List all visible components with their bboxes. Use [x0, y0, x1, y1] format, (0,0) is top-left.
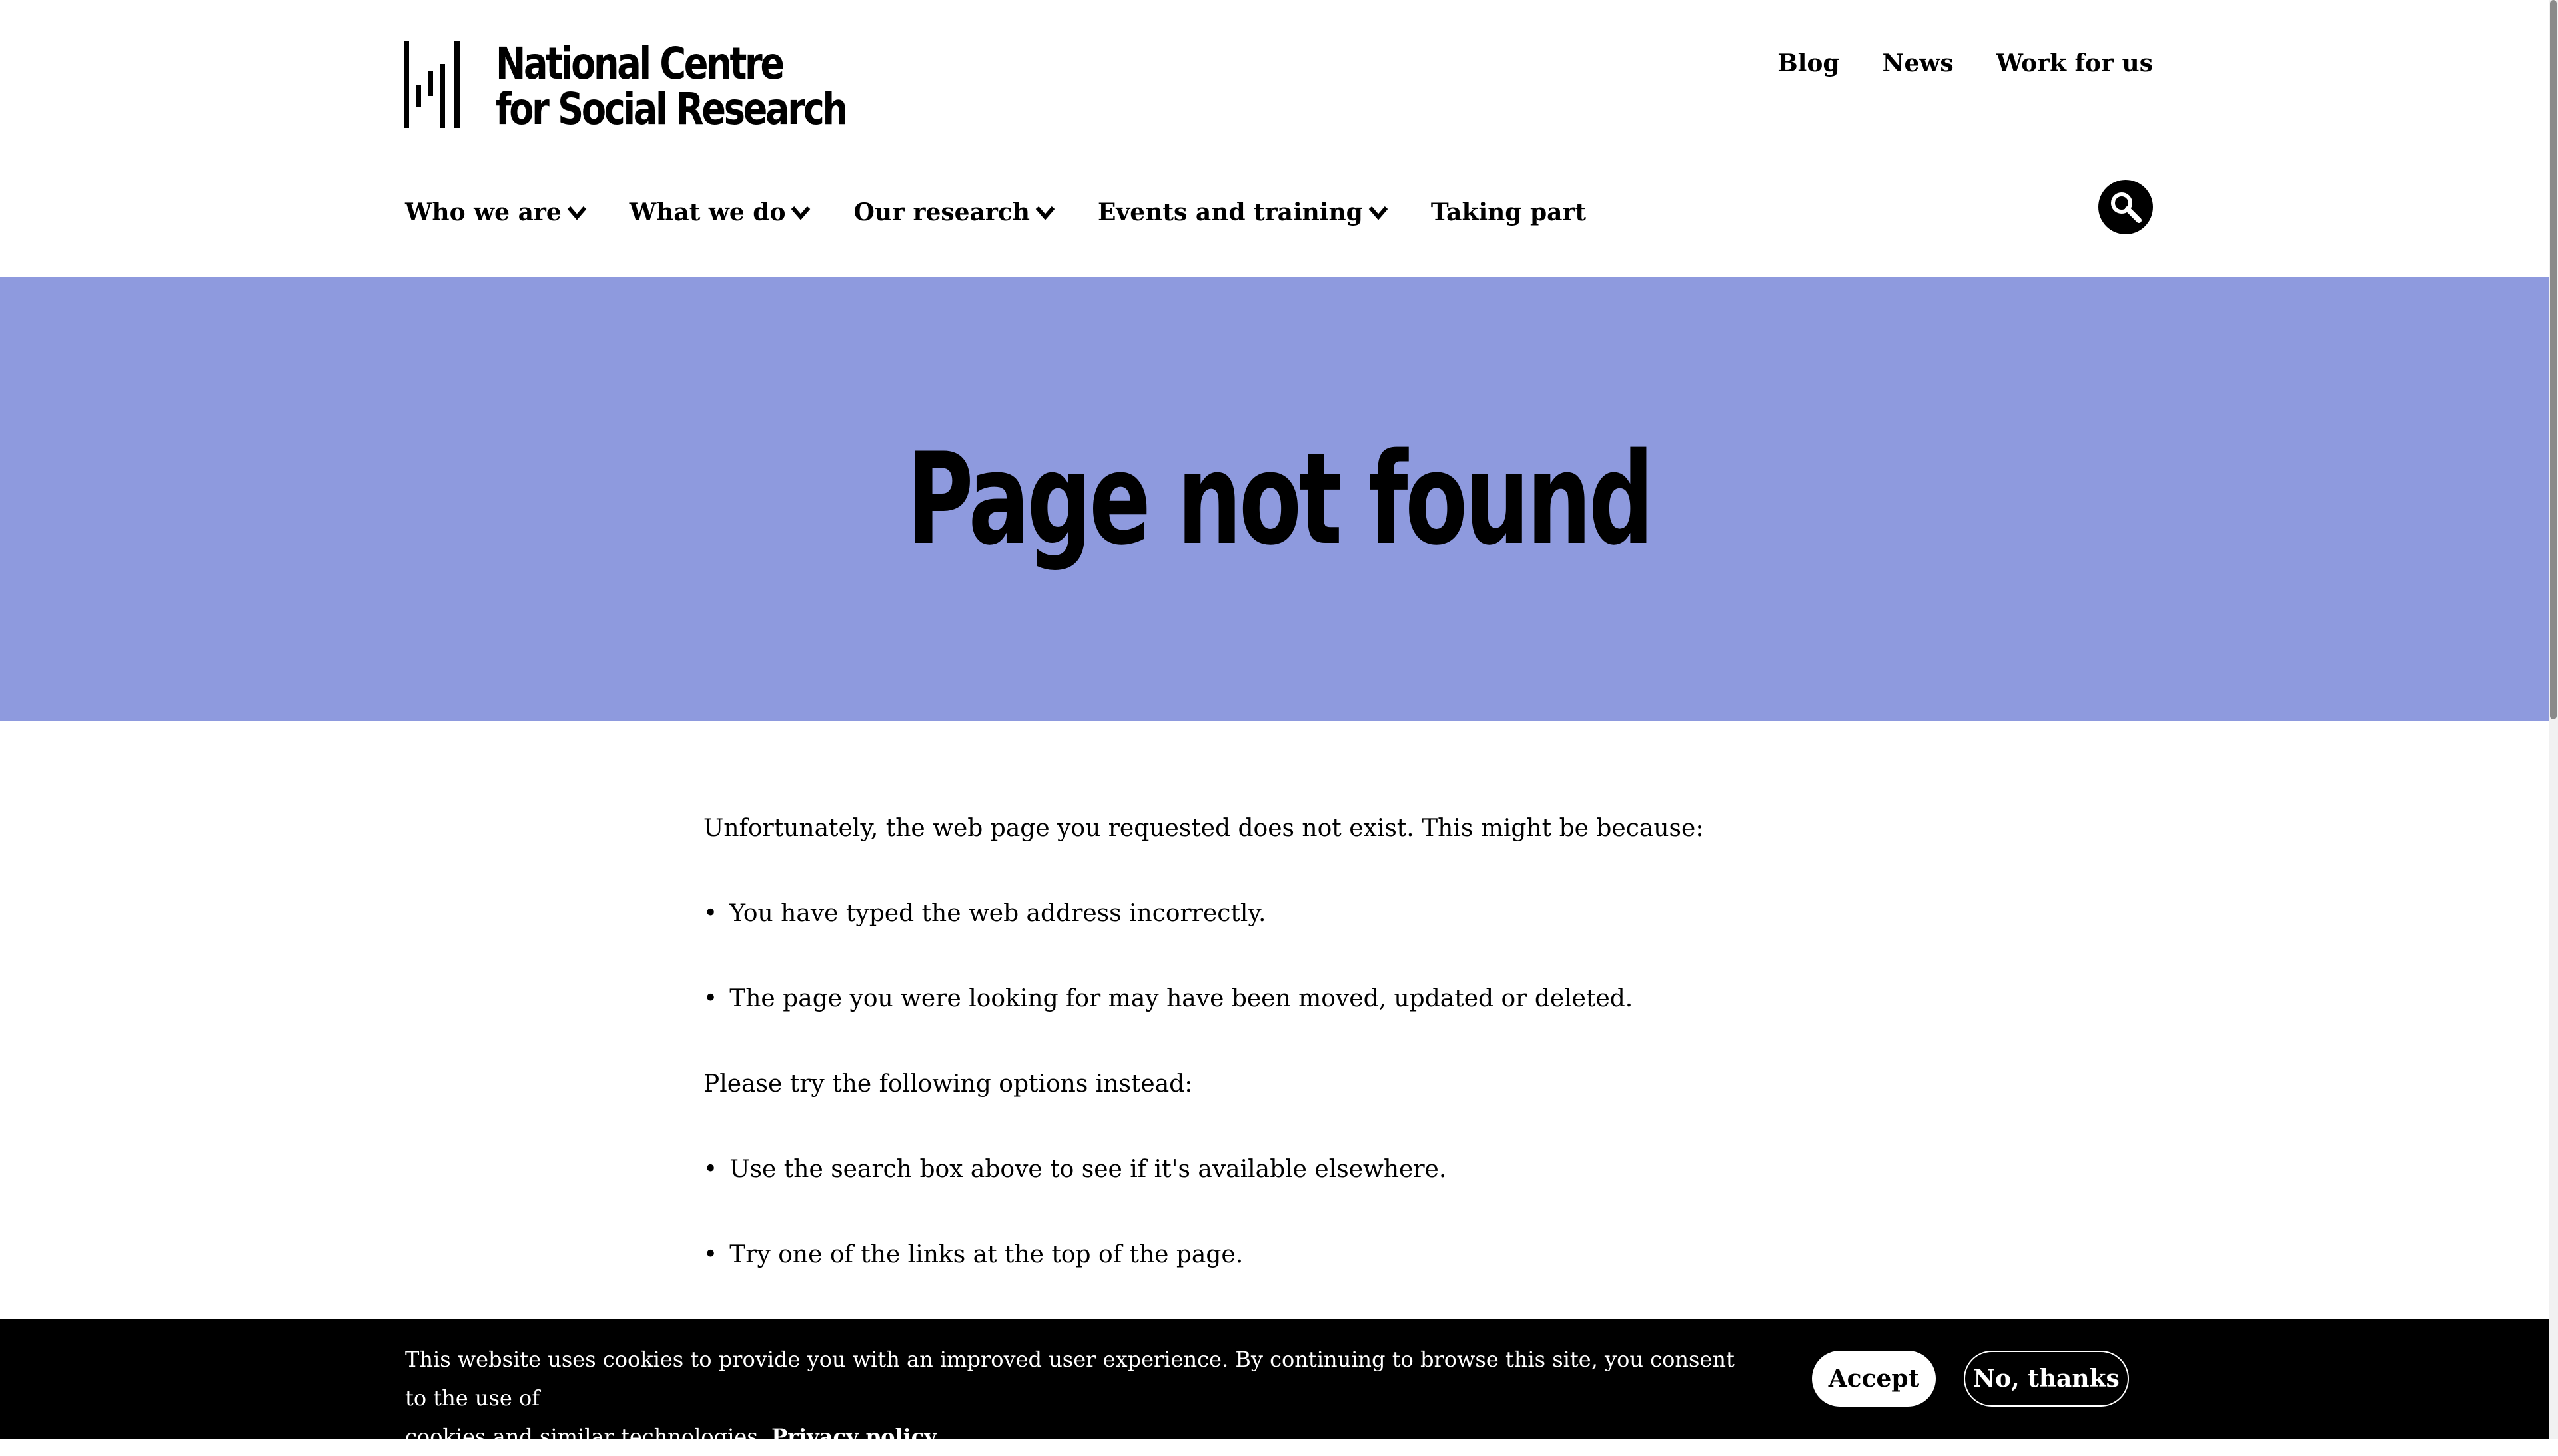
nav-item-label: Who we are — [405, 198, 562, 226]
top-link-blog[interactable]: Blog — [1777, 49, 1839, 77]
scrollbar-thumb[interactable] — [2550, 0, 2557, 719]
nav-item-what-we-do[interactable]: What we do — [630, 198, 811, 226]
privacy-policy-link[interactable]: Privacy policy — [771, 1424, 937, 1449]
logo-line-1: National Centre — [496, 38, 785, 89]
nav-item-who-we-are[interactable]: Who we are — [405, 198, 587, 226]
logo-mark-icon — [404, 41, 460, 128]
site-header: National Centre for Social Research Blog… — [0, 0, 2558, 277]
main-nav: Who we are What we do Our research Event… — [405, 198, 1586, 226]
chevron-down-icon — [1368, 206, 1388, 220]
nav-item-taking-part[interactable]: Taking part — [1431, 198, 1586, 226]
list-item-text: Try one of the links at the top of the p… — [729, 1241, 1244, 1268]
accept-cookies-button[interactable]: Accept — [1812, 1351, 1936, 1407]
nav-item-our-research[interactable]: Our research — [853, 198, 1055, 226]
search-button[interactable] — [2098, 180, 2153, 234]
top-link-work-for-us[interactable]: Work for us — [1996, 49, 2153, 77]
list-item-text: The page you were looking for may have b… — [729, 985, 1633, 1012]
bullet-marker: • — [703, 985, 718, 1012]
search-icon — [2111, 192, 2142, 223]
list-item: • Use the search box above to see if it'… — [703, 1152, 1836, 1238]
top-link-news[interactable]: News — [1883, 49, 1954, 77]
nav-item-label: Our research — [853, 198, 1030, 226]
site-logo[interactable]: National Centre for Social Research — [404, 41, 923, 132]
cookie-banner: This website uses cookies to provide you… — [0, 1319, 2558, 1449]
nav-item-events-and-training[interactable]: Events and training — [1098, 198, 1388, 226]
bullet-marker: • — [703, 1156, 718, 1183]
cookie-text-line-1: This website uses cookies to provide you… — [405, 1347, 1735, 1411]
logo-line-2: for Social Research — [496, 83, 848, 135]
intro-text: Unfortunately, the web page you requeste… — [703, 815, 1704, 842]
chevron-down-icon — [567, 206, 587, 220]
nav-item-label: What we do — [629, 198, 786, 226]
options-intro-text: Please try the following options instead… — [703, 1070, 1193, 1098]
list-item-text: You have typed the web address incorrect… — [729, 900, 1266, 927]
bullet-marker: • — [703, 1241, 718, 1268]
list-item: • You have typed the web address incorre… — [703, 897, 1836, 982]
page-scrollbar[interactable] — [2549, 0, 2558, 1439]
chevron-down-icon — [1035, 206, 1055, 220]
hero-banner: Page not found — [0, 277, 2558, 721]
logo-wordmark: National Centre for Social Research — [496, 38, 848, 135]
main-content: Unfortunately, the web page you requeste… — [703, 811, 1836, 1323]
list-item: • The page you were looking for may have… — [703, 982, 1836, 1067]
utility-nav: Blog News Work for us — [1777, 49, 2153, 77]
chevron-down-icon — [791, 206, 811, 220]
nav-item-label: Events and training — [1097, 198, 1363, 226]
bullet-marker: • — [703, 900, 718, 927]
decline-cookies-button[interactable]: No, thanks — [1964, 1351, 2129, 1407]
list-item: • Try one of the links at the top of the… — [703, 1238, 1836, 1323]
cookie-text-line-2: cookies and similar technologies. — [405, 1424, 765, 1449]
nav-item-label: Taking part — [1430, 198, 1587, 226]
list-item-text: Use the search box above to see if it's … — [729, 1156, 1447, 1183]
page-title: Page not found — [907, 425, 1654, 573]
